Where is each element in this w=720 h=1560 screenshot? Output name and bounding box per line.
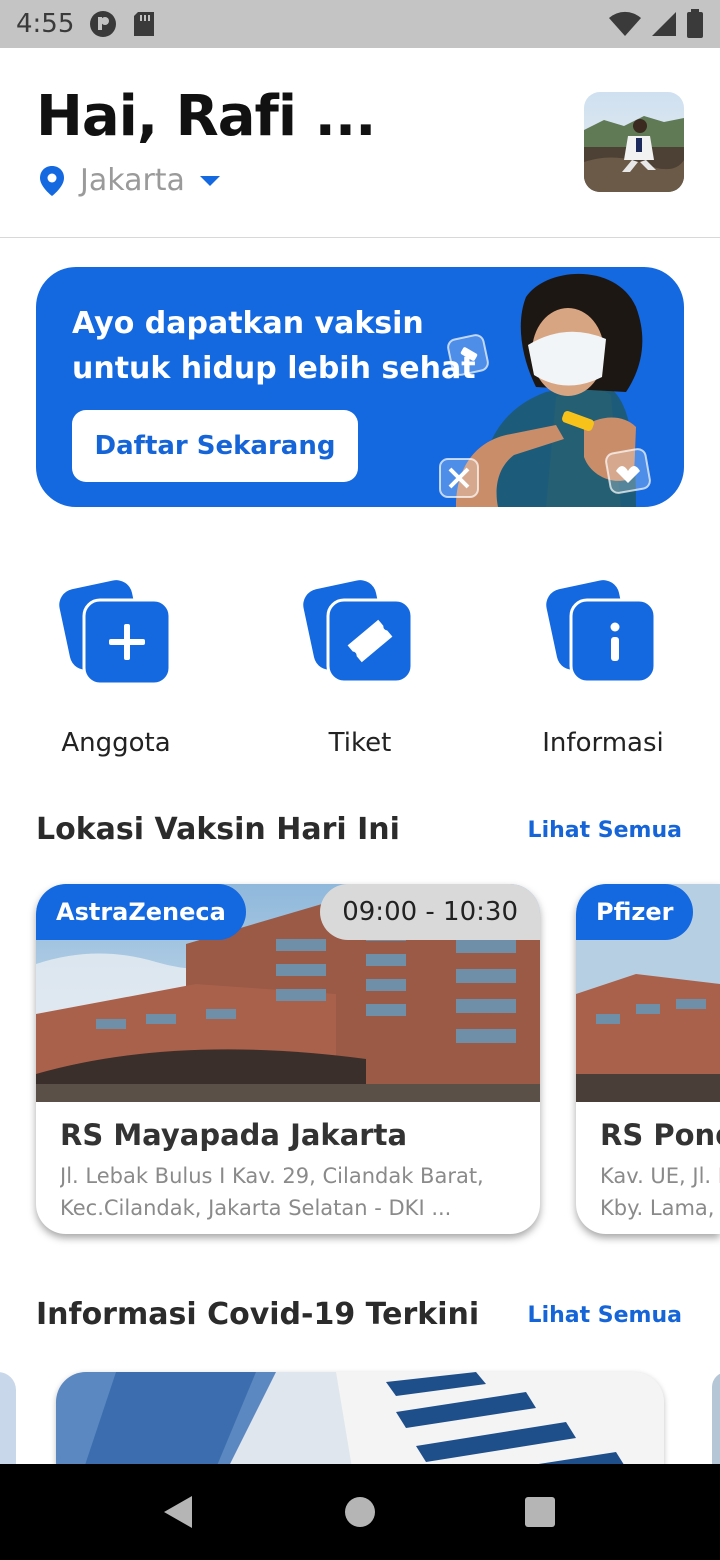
info-icon [546, 580, 657, 684]
menu-label-tiket: Tiket [328, 728, 392, 758]
location-card[interactable]: Pfizer RS Pond Kav. UE, Jl. N Kby. Lama, [576, 884, 720, 1234]
locations-see-all-link[interactable]: Lihat Semua [528, 818, 682, 843]
location-pin-icon [40, 165, 64, 196]
vaccine-badge: Pfizer [576, 884, 694, 940]
hospital-name: RS Pond [600, 1118, 720, 1152]
hospital-address-line1: Jl. Lebak Bulus I Kav. 29, Cilandak Bara… [60, 1164, 484, 1188]
register-button[interactable]: Daftar Sekarang [72, 410, 358, 482]
chevron-down-icon [199, 175, 220, 186]
locations-section-title: Lokasi Vaksin Hari Ini [36, 812, 400, 847]
wifi-icon [609, 11, 641, 37]
header: Hai, Rafi ... Jakarta [0, 48, 720, 238]
hospital-address: Jl. Lebak Bulus I Kav. 29, Cilandak Bara… [60, 1160, 520, 1224]
menu-label-anggota: Anggota [61, 728, 171, 758]
signal-icon [652, 12, 676, 36]
hospital-address-line2: Kby. Lama, [600, 1196, 715, 1220]
back-icon[interactable] [162, 1494, 196, 1530]
hospital-name: RS Mayapada Jakarta [60, 1118, 408, 1152]
vaccine-badge: AstraZeneca [36, 884, 246, 940]
news-see-all-link[interactable]: Lihat Semua [528, 1303, 682, 1328]
avatar[interactable] [584, 92, 684, 192]
ticket-icon [303, 580, 414, 684]
vaccine-banner[interactable]: Ayo dapatkan vaksin untuk hidup lebih se… [36, 267, 684, 507]
news-section-title: Informasi Covid-19 Terkini [36, 1297, 480, 1332]
recents-icon[interactable] [525, 1497, 555, 1527]
menu-label-informasi: Informasi [542, 728, 664, 758]
greeting: Hai, Rafi ... [36, 84, 376, 149]
system-navigation-bar [0, 1464, 720, 1560]
hospital-address: Kav. UE, Jl. N Kby. Lama, [600, 1160, 720, 1224]
location-label: Jakarta [80, 163, 185, 198]
location-selector[interactable]: Jakarta [38, 163, 221, 198]
plus-icon [59, 580, 172, 686]
status-bar: 4:55 [0, 0, 720, 48]
status-time: 4:55 [16, 9, 75, 39]
banner-title: Ayo dapatkan vaksin untuk hidup lebih se… [72, 306, 476, 386]
schedule-badge: 09:00 - 10:30 [320, 884, 540, 940]
home-icon[interactable] [344, 1496, 376, 1528]
battery-icon [687, 9, 703, 38]
hospital-address-line2: Kec.Cilandak, Jakarta Selatan - DKI ... [60, 1196, 452, 1220]
location-card[interactable]: AstraZeneca 09:00 - 10:30 RS Mayapada Ja… [36, 884, 540, 1234]
app-notification-icon [90, 11, 117, 37]
hospital-address-line1: Kav. UE, Jl. N [600, 1164, 720, 1188]
sd-card-icon [134, 12, 155, 36]
